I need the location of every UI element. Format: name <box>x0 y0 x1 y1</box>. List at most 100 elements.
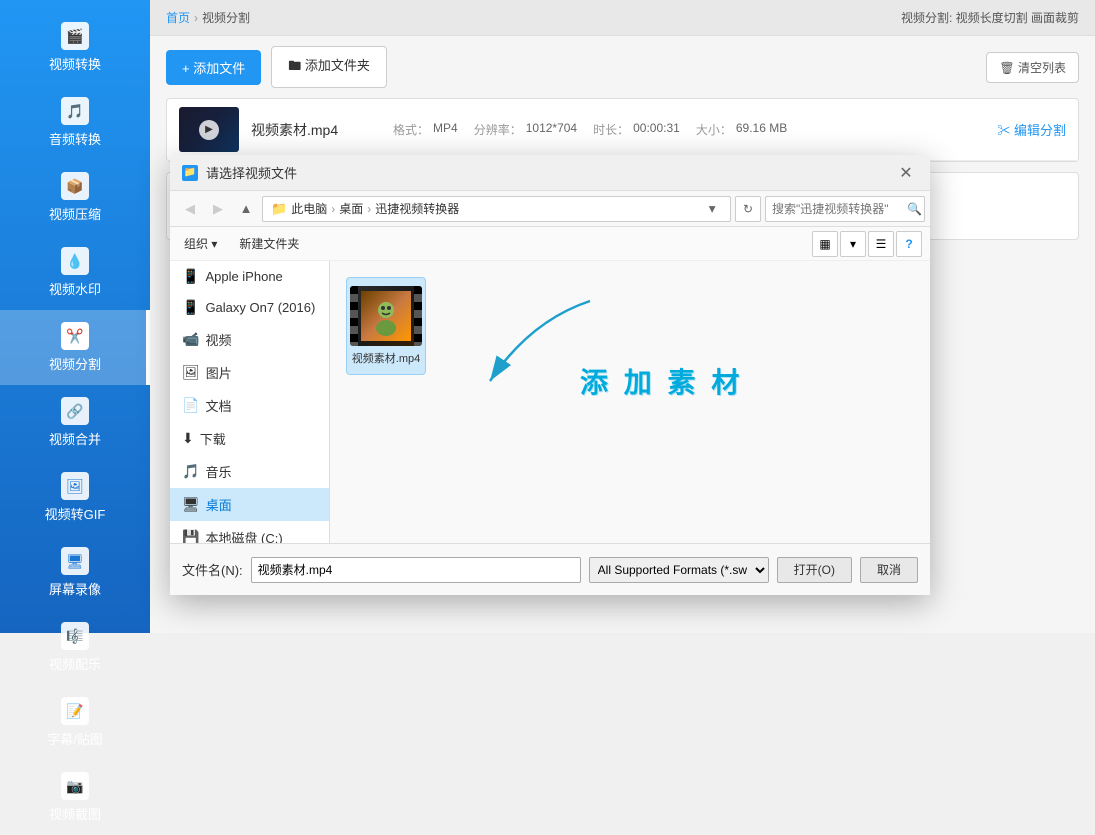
dialog-title-icon: 📁 <box>182 165 198 181</box>
sidebar-item-video-watermark[interactable]: 💧 视频水印 <box>0 235 150 310</box>
downloads-icon: ⬇ <box>182 430 194 447</box>
sidebar-video[interactable]: 📹 视频 <box>170 323 329 356</box>
breadcrumb-separator: › <box>194 11 198 25</box>
video-watermark-icon: 💧 <box>61 247 89 275</box>
sidebar-item-label-audio-convert: 音频转换 <box>49 129 101 148</box>
sidebar-music[interactable]: 🎵 音乐 <box>170 455 329 488</box>
file-icon-item[interactable]: 视频素材.mp4 <box>346 277 426 375</box>
sidebar-item-label-video-merge: 视频合并 <box>49 429 101 448</box>
path-folder-icon: 📁 <box>271 201 287 217</box>
cancel-button[interactable]: 取消 <box>860 557 918 583</box>
path-bar: 📁 此电脑 › 桌面 › 迅捷视频转换器 ▾ <box>262 196 731 222</box>
view-btn-1[interactable]: ▦ <box>812 231 838 257</box>
path-part-3: 迅捷视频转换器 <box>375 200 459 217</box>
view-btn-dropdown[interactable]: ▾ <box>840 231 866 257</box>
path-part-1: 此电脑 <box>291 200 327 217</box>
video-thumb-bg <box>350 286 422 346</box>
file-thumbnail: ▶ <box>179 107 239 152</box>
sidebar-item-video-bgm[interactable]: 🎼 视频配乐 <box>0 610 150 685</box>
sidebar-item-label-video-watermark: 视频水印 <box>49 279 101 298</box>
dialog-title-bar: 📁 请选择视频文件 ✕ <box>170 155 930 191</box>
header-right-text: 视频分割: 视频长度切割 画面裁剪 <box>901 9 1079 26</box>
format-select[interactable]: All Supported Formats (*.sw <box>589 557 769 583</box>
search-input[interactable] <box>765 196 925 222</box>
path-dropdown-button[interactable]: ▾ <box>702 197 722 221</box>
sidebar-pictures[interactable]: 🖼 图片 <box>170 356 329 389</box>
video-thumb-center <box>361 291 411 341</box>
dialog-body: 📱 Apple iPhone 📱 Galaxy On7 (2016) 📹 视频 … <box>170 261 930 543</box>
sidebar-desktop[interactable]: 🖥 桌面 <box>170 488 329 521</box>
sidebar-item-label-video-split: 视频分割 <box>49 354 101 373</box>
sidebar-item-subtitle[interactable]: 📝 字幕/贴图 <box>0 685 150 760</box>
breadcrumb-current: 视频分割 <box>202 9 250 26</box>
file-list-area: ▶ 视频素材.mp4 格式： MP4 分辨率： 1012*704 时长： 00:… <box>166 98 1079 162</box>
dialog-footer: 文件名(N): All Supported Formats (*.sw 打开(O… <box>170 543 930 595</box>
new-folder-button[interactable]: 新建文件夹 <box>231 232 307 255</box>
clear-list-button[interactable]: 🗑 清空列表 <box>986 52 1079 83</box>
local-disk-c-icon: 💾 <box>182 529 199 543</box>
sidebar-item-video-gif[interactable]: 🖼 视频转GIF <box>0 460 150 535</box>
sidebar-item-video-compress[interactable]: 📦 视频压缩 <box>0 160 150 235</box>
add-material-annotation: 添 加 素 材 <box>580 361 743 401</box>
file-picker-dialog: 📁 请选择视频文件 ✕ ◀ ▶ ▲ 📁 此电脑 › 桌面 › 迅捷视频转换器 ▾… <box>170 155 930 595</box>
view-buttons: ▦ ▾ ☰ ? <box>812 231 922 257</box>
sidebar-item-label-screen-record: 屏幕录像 <box>49 579 101 598</box>
sidebar-item-label-video-gif: 视频转GIF <box>45 504 106 523</box>
search-icon[interactable]: 🔍 <box>907 202 922 216</box>
video-strips-left <box>350 286 358 346</box>
nav-up-button[interactable]: ▲ <box>234 197 258 221</box>
nav-back-button[interactable]: ◀ <box>178 197 202 221</box>
sidebar-local-disk-c[interactable]: 💾 本地磁盘 (C:) <box>170 521 329 543</box>
sidebar-apple-iphone[interactable]: 📱 Apple iPhone <box>170 261 329 292</box>
sidebar-galaxy-on7[interactable]: 📱 Galaxy On7 (2016) <box>170 292 329 323</box>
screen-record-icon: 🖥 <box>61 547 89 575</box>
breadcrumb: 首页 › 视频分割 <box>166 9 250 26</box>
help-button[interactable]: ? <box>896 231 922 257</box>
video-label: 视频 <box>205 330 231 349</box>
sidebar-downloads[interactable]: ⬇ 下载 <box>170 422 329 455</box>
desktop-label: 桌面 <box>206 495 232 514</box>
path-sep-2: › <box>367 202 371 216</box>
file-row: ▶ 视频素材.mp4 格式： MP4 分辨率： 1012*704 时长： 00:… <box>167 99 1078 161</box>
sidebar-item-video-split[interactable]: ✂️ 视频分割 <box>0 310 150 385</box>
view-btn-2[interactable]: ☰ <box>868 231 894 257</box>
apple-iphone-icon: 📱 <box>182 268 199 285</box>
dialog-nav: ◀ ▶ ▲ 📁 此电脑 › 桌面 › 迅捷视频转换器 ▾ ↻ 🔍 <box>170 191 930 227</box>
organize-button[interactable]: 组织 ▾ <box>178 232 223 255</box>
galaxy-on7-label: Galaxy On7 (2016) <box>205 300 315 315</box>
sidebar-item-label-video-convert: 视频转换 <box>49 54 101 73</box>
video-merge-icon: 🔗 <box>61 397 89 425</box>
music-label: 音乐 <box>205 462 231 481</box>
edit-split-button[interactable]: ✂ 编辑分割 <box>997 120 1066 139</box>
dialog-close-button[interactable]: ✕ <box>894 161 918 185</box>
file-icon-name: 视频素材.mp4 <box>352 350 420 366</box>
video-compress-icon: 📦 <box>61 172 89 200</box>
open-button[interactable]: 打开(O) <box>777 557 852 583</box>
add-folder-button[interactable]: 🖿 添加文件夹 <box>271 46 387 88</box>
add-file-button[interactable]: + 添加文件 <box>166 50 261 85</box>
video-convert-icon: 🎬 <box>61 22 89 50</box>
sidebar-item-label-video-compress: 视频压缩 <box>49 204 101 223</box>
local-disk-c-label: 本地磁盘 (C:) <box>205 528 282 543</box>
filename-input[interactable] <box>251 557 581 583</box>
sidebar-item-video-merge[interactable]: 🔗 视频合并 <box>0 385 150 460</box>
file-meta: 格式： MP4 分辨率： 1012*704 时长： 00:00:31 大小： 6… <box>393 121 787 138</box>
path-sep-1: › <box>331 202 335 216</box>
video-split-icon: ✂️ <box>61 322 89 350</box>
sidebar-item-video-crop[interactable]: 📷 视频截图 <box>0 760 150 835</box>
breadcrumb-home[interactable]: 首页 <box>166 9 190 26</box>
toolbar: + 添加文件 🖿 添加文件夹 🗑 清空列表 <box>150 36 1095 98</box>
apple-iphone-label: Apple iPhone <box>205 269 282 284</box>
play-button-overlay[interactable]: ▶ <box>199 120 219 140</box>
music-icon: 🎵 <box>182 463 199 480</box>
file-icon-thumbnail <box>350 286 422 346</box>
downloads-label: 下载 <box>200 429 226 448</box>
filename-label: 文件名(N): <box>182 560 243 579</box>
sidebar-item-audio-convert[interactable]: 🎵 音频转换 <box>0 85 150 160</box>
sidebar-item-video-convert[interactable]: 🎬 视频转换 <box>0 10 150 85</box>
sidebar-documents[interactable]: 📄 文档 <box>170 389 329 422</box>
refresh-button[interactable]: ↻ <box>735 196 761 222</box>
sidebar-item-screen-record[interactable]: 🖥 屏幕录像 <box>0 535 150 610</box>
nav-forward-button[interactable]: ▶ <box>206 197 230 221</box>
pictures-icon: 🖼 <box>182 364 200 381</box>
